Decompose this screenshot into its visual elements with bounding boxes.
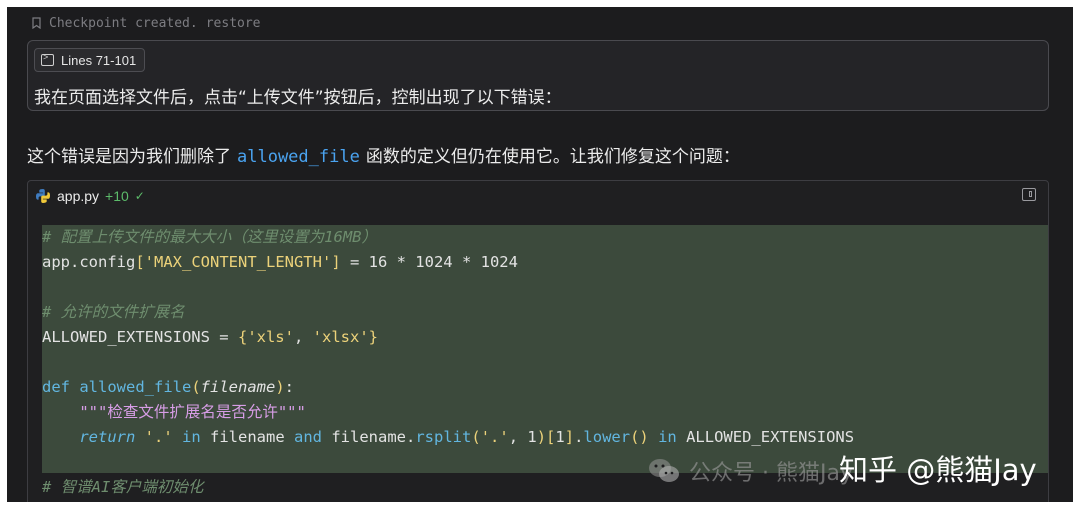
watermark-small-text: 公众号 · 熊猫Jay — [689, 461, 853, 486]
assistant-text-after: 函数的定义但仍在使用它。让我们修复这个问题： — [365, 147, 740, 167]
code-line: """检查文件扩展名是否允许""" — [79, 403, 306, 421]
user-message-box[interactable]: Lines 71-101 我在页面选择文件后，点击“上传文件”按钮后，控制出现了… — [27, 40, 1049, 111]
chat-panel: Checkpoint created. restore Lines 71-101… — [7, 7, 1073, 502]
lines-context-chip[interactable]: Lines 71-101 — [34, 48, 146, 72]
code-line: return '.' in filename and filename.rspl… — [79, 428, 855, 446]
lines-chip-label: Lines 71-101 — [61, 52, 137, 68]
check-icon: ✓ — [134, 189, 145, 203]
user-message-text: 我在页面选择文件后，点击“上传文件”按钮后，控制出现了以下错误： — [34, 88, 562, 108]
chevron-down-icon[interactable]: ⌄ — [540, 500, 550, 502]
watermark-main-text: 知乎 @熊猫Jay — [839, 453, 1037, 487]
terminal-icon — [41, 52, 54, 66]
code-line: # 智谱AI客户端初始化 — [42, 478, 204, 496]
inline-code-ref: allowed_file — [237, 147, 360, 167]
restore-link[interactable]: restore — [206, 16, 261, 31]
code-line: def allowed_file(filename): — [42, 378, 294, 396]
wechat-icon — [649, 459, 679, 482]
bookmark-icon — [32, 17, 41, 29]
python-icon — [36, 189, 50, 203]
code-block-header: app.py +10 ✓ — [28, 181, 1048, 211]
code-line: ALLOWED_EXTENSIONS = {'xls', 'xlsx'} — [42, 328, 378, 346]
watermark-wechat: 公众号 · 熊猫Jay — [647, 453, 853, 489]
checkpoint-row: Checkpoint created. restore — [32, 12, 261, 34]
expand-panel-icon[interactable] — [1022, 188, 1036, 201]
assistant-message: 这个错误是因为我们删除了 allowed_file 函数的定义但仍在使用它。让我… — [27, 142, 740, 167]
assistant-text-before: 这个错误是因为我们删除了 — [27, 147, 231, 167]
diff-count: +10 — [105, 188, 129, 204]
checkpoint-text: Checkpoint created. — [49, 15, 198, 31]
code-line: # 允许的文件扩展名 — [42, 303, 185, 321]
code-line: # 配置上传文件的最大大小（这里设置为16MB） — [42, 228, 377, 246]
code-line: app.config['MAX_CONTENT_LENGTH'] = 16 * … — [42, 253, 518, 271]
code-filename[interactable]: app.py — [57, 188, 99, 204]
